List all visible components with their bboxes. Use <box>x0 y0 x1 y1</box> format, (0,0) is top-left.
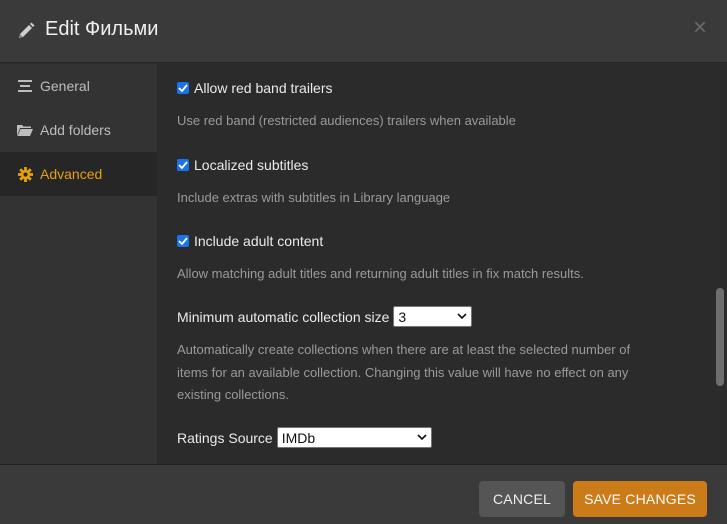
adult-content-description: Allow matching adult titles and returnin… <box>177 266 584 281</box>
description-line: Automatically create collections when th… <box>177 342 631 357</box>
ratings-source-select[interactable]: IMDb <box>276 427 432 448</box>
sidebar: General Add folders Advanced <box>0 64 157 464</box>
dialog-title: Edit Фильми <box>45 18 159 40</box>
sidebar-item-label: Advanced <box>40 166 103 182</box>
red-band-description: Use red band (restricted audiences) trai… <box>177 113 516 128</box>
sidebar-item-label: General <box>40 78 90 94</box>
sidebar-item-label: Add folders <box>40 122 111 138</box>
sidebar-item-add-folders[interactable]: Add folders <box>0 108 157 152</box>
gear-icon <box>17 166 33 182</box>
red-band-row: Allow red band trailers <box>177 80 333 96</box>
collection-size-description: Automatically create collections when th… <box>177 339 667 407</box>
chevron-down-icon <box>417 434 427 441</box>
adult-content-row: Include adult content <box>177 233 323 249</box>
subtitles-checkbox[interactable] <box>177 159 189 171</box>
collection-size-value: 3 <box>398 308 407 325</box>
sidebar-item-general[interactable]: General <box>0 64 157 108</box>
subtitles-description: Include extras with subtitles in Library… <box>177 190 451 205</box>
collection-size-select[interactable]: 3 <box>393 306 473 327</box>
red-band-label[interactable]: Allow red band trailers <box>194 80 333 96</box>
adult-content-label[interactable]: Include adult content <box>194 233 323 249</box>
pencil-icon <box>19 22 35 38</box>
sidebar-item-advanced[interactable]: Advanced <box>0 152 157 196</box>
dialog-footer: CANCEL SAVE CHANGES <box>0 464 727 524</box>
cancel-button[interactable]: CANCEL <box>479 481 565 517</box>
scrollbar-thumb[interactable] <box>716 288 724 386</box>
description-line: existing collections. <box>177 387 289 402</box>
ratings-source-label: Ratings Source <box>177 429 273 446</box>
folder-icon <box>17 122 33 138</box>
list-icon <box>17 78 33 94</box>
chevron-down-icon <box>457 313 467 320</box>
adult-content-checkbox[interactable] <box>177 235 189 247</box>
collection-size-label: Minimum automatic collection size <box>177 308 390 325</box>
ratings-source-value: IMDb <box>281 429 316 446</box>
save-changes-button[interactable]: SAVE CHANGES <box>573 481 707 517</box>
ratings-source-row: Ratings Source IMDb <box>177 427 432 448</box>
subtitles-label[interactable]: Localized subtitles <box>194 157 308 173</box>
red-band-checkbox[interactable] <box>177 82 189 94</box>
close-icon[interactable]: × <box>693 16 707 40</box>
content-scrollbar[interactable] <box>713 64 727 464</box>
subtitles-row: Localized subtitles <box>177 157 308 173</box>
collection-size-row: Minimum automatic collection size 3 <box>177 306 473 327</box>
advanced-settings-panel: Allow red band trailers Use red band (re… <box>157 64 727 464</box>
description-line: items for an available collection. Chang… <box>177 364 629 380</box>
dialog-header: Edit Фильми × <box>0 0 727 63</box>
